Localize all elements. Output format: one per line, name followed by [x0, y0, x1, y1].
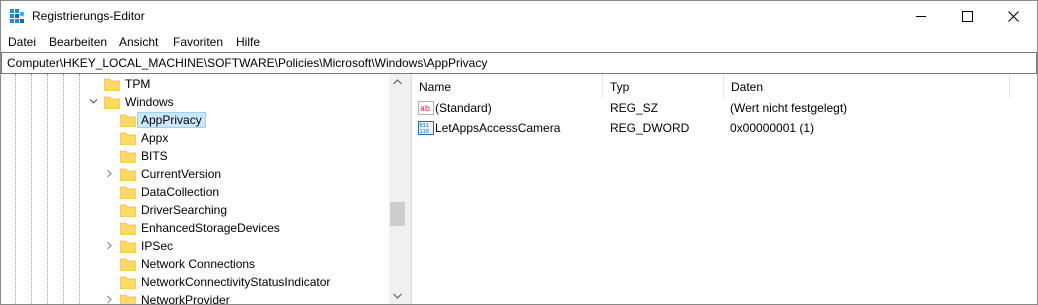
minimize-button[interactable] — [899, 1, 945, 32]
key-tree: TPM Windows AppPrivacy Appx BITS Current… — [1, 74, 406, 304]
tree-item-network-connections[interactable]: Network Connections — [1, 255, 389, 273]
tree-item-currentversion[interactable]: CurrentVersion — [1, 165, 389, 183]
value-name: (Standard) — [435, 101, 492, 115]
column-header-label: Typ — [610, 80, 630, 94]
column-header-type[interactable]: Typ — [603, 74, 723, 98]
tree-item-appx[interactable]: Appx — [1, 129, 389, 147]
tree-item-driversearching[interactable]: DriverSearching — [1, 201, 389, 219]
folder-icon — [120, 150, 136, 163]
chevron-down-icon — [393, 293, 402, 299]
folder-icon — [120, 276, 136, 289]
value-name: LetAppsAccessCamera — [435, 121, 561, 135]
tree-item-networkconnectivitystatusindicator[interactable]: NetworkConnectivityStatusIndicator — [1, 273, 389, 291]
menu-ansicht[interactable]: Ansicht — [119, 35, 158, 49]
tree-item-label: CurrentVersion — [141, 167, 222, 181]
chevron-up-icon — [393, 79, 402, 85]
chevron-right-icon[interactable] — [105, 295, 114, 304]
maximize-button[interactable] — [945, 1, 991, 32]
folder-icon — [104, 78, 120, 91]
tree-item-appprivacy[interactable]: AppPrivacy — [1, 111, 389, 129]
minimize-icon — [916, 16, 926, 17]
title-bar: Registrierungs-Editor — [1, 1, 1037, 32]
address-bar[interactable]: Computer\HKEY_LOCAL_MACHINE\SOFTWARE\Pol… — [1, 52, 1037, 74]
tree-item-label: Windows — [125, 95, 174, 109]
tree-item-label: AppPrivacy — [137, 112, 206, 128]
tree-scrollbar[interactable] — [389, 74, 406, 304]
scroll-thumb[interactable] — [390, 202, 405, 226]
value-data: (Wert nicht festgelegt) — [730, 101, 848, 115]
folder-icon — [120, 240, 136, 253]
folder-icon — [120, 204, 136, 217]
column-header-label: Name — [419, 80, 452, 94]
folder-icon — [120, 222, 136, 235]
tree-item-label: TPM — [125, 77, 151, 91]
chevron-right-icon[interactable] — [105, 241, 114, 250]
folder-icon — [120, 294, 136, 304]
column-divider[interactable] — [1009, 74, 1010, 98]
values-list: Name Typ Daten ab (Standard) REG_SZ (Wer… — [412, 74, 1037, 304]
scroll-up-button[interactable] — [389, 74, 406, 91]
column-header-label: Daten — [731, 80, 764, 94]
menu-bearbeiten[interactable]: Bearbeiten — [49, 35, 107, 49]
registry-editor-icon — [10, 9, 24, 23]
tree-item-label: Network Connections — [141, 257, 256, 271]
column-header-data[interactable]: Daten — [724, 74, 1009, 98]
tree-item-label: EnhancedStorageDevices — [141, 221, 280, 235]
tree-item-networkprovider[interactable]: NetworkProvider — [1, 291, 389, 304]
address-path: Computer\HKEY_LOCAL_MACHINE\SOFTWARE\Pol… — [7, 56, 488, 70]
tree-item-windows[interactable]: Windows — [1, 93, 389, 111]
chevron-right-icon[interactable] — [105, 169, 114, 178]
folder-icon — [120, 168, 136, 181]
tree-item-bits[interactable]: BITS — [1, 147, 389, 165]
folder-icon — [120, 114, 136, 127]
close-icon — [1008, 11, 1019, 22]
value-type: REG_SZ — [610, 101, 659, 115]
tree-item-label: BITS — [141, 149, 168, 163]
value-row[interactable]: 011 110 LetAppsAccessCamera REG_DWORD 0x… — [412, 118, 1037, 138]
tree-item-label: NetworkProvider — [141, 293, 230, 304]
menu-bar: Datei Bearbeiten Ansicht Favoriten Hilfe — [1, 32, 1037, 52]
window-title: Registrierungs-Editor — [32, 9, 145, 23]
tree-item-label: DataCollection — [141, 185, 220, 199]
value-data: 0x00000001 (1) — [730, 121, 815, 135]
folder-icon — [104, 96, 120, 109]
value-type: REG_DWORD — [610, 121, 690, 135]
string-value-icon: ab — [418, 101, 434, 115]
tree-item-label: Appx — [141, 131, 169, 145]
tree-item-ipsec[interactable]: IPSec — [1, 237, 389, 255]
folder-icon — [120, 186, 136, 199]
registry-editor-window: Registrierungs-Editor Datei Bearbeiten A… — [0, 0, 1038, 305]
folder-icon — [120, 258, 136, 271]
close-button[interactable] — [991, 1, 1037, 32]
menu-favoriten[interactable]: Favoriten — [173, 35, 223, 49]
tree-item-datacollection[interactable]: DataCollection — [1, 183, 389, 201]
menu-datei[interactable]: Datei — [8, 35, 36, 49]
scroll-down-button[interactable] — [389, 287, 406, 304]
svg-text:ab: ab — [420, 104, 430, 113]
tree-item-label: NetworkConnectivityStatusIndicator — [141, 275, 331, 289]
folder-icon — [120, 132, 136, 145]
tree-item-label: DriverSearching — [141, 203, 228, 217]
maximize-icon — [962, 11, 973, 22]
tree-item-label: IPSec — [141, 239, 174, 253]
svg-text:110: 110 — [420, 129, 429, 135]
dword-value-icon: 011 110 — [418, 121, 434, 135]
column-header-name[interactable]: Name — [412, 74, 602, 98]
tree-item-enhancedstoragedevices[interactable]: EnhancedStorageDevices — [1, 219, 389, 237]
value-row[interactable]: ab (Standard) REG_SZ (Wert nicht festgel… — [412, 98, 1037, 118]
tree-item-tpm[interactable]: TPM — [1, 75, 389, 93]
menu-hilfe[interactable]: Hilfe — [236, 35, 260, 49]
chevron-down-icon[interactable] — [89, 97, 98, 106]
